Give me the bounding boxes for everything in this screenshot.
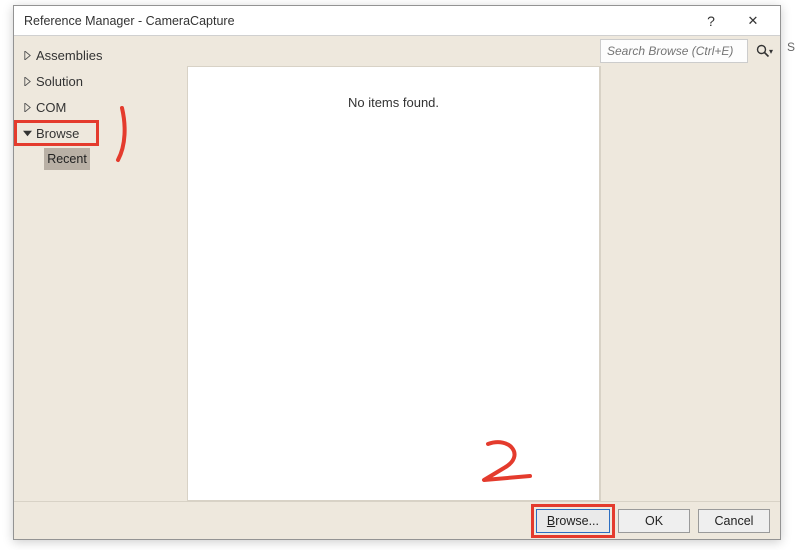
sidebar-item-label: Browse	[36, 126, 79, 141]
details-pane	[600, 66, 780, 501]
chevron-down-icon	[22, 128, 32, 138]
dialog-footer: Browse... OK Cancel	[14, 501, 780, 539]
sidebar-item-label: Solution	[36, 74, 83, 89]
results-list: No items found.	[187, 66, 600, 501]
dropdown-caret-icon: ▾	[769, 47, 773, 56]
chevron-right-icon	[22, 76, 32, 86]
reference-manager-window: Reference Manager - CameraCapture ? ✕ As…	[13, 5, 781, 540]
sidebar-item-browse[interactable]: Browse	[14, 120, 99, 146]
sidebar-item-com[interactable]: COM	[14, 94, 187, 120]
sidebar-subitem-label: Recent	[47, 152, 87, 166]
window-title: Reference Manager - CameraCapture	[24, 14, 690, 28]
sidebar-item-label: Assemblies	[36, 48, 102, 63]
search-input[interactable]	[600, 39, 748, 63]
sidebar-item-label: COM	[36, 100, 66, 115]
sidebar-item-solution[interactable]: Solution	[14, 68, 187, 94]
ok-button[interactable]: OK	[618, 509, 690, 533]
browse-accelerator: B	[547, 514, 555, 528]
close-button[interactable]: ✕	[732, 7, 774, 35]
background-glyph: S	[787, 40, 795, 54]
empty-results-text: No items found.	[348, 95, 439, 500]
chevron-right-icon	[22, 102, 32, 112]
cancel-button[interactable]: Cancel	[698, 509, 770, 533]
chevron-right-icon	[22, 50, 32, 60]
browse-button[interactable]: Browse...	[536, 509, 610, 533]
help-button[interactable]: ?	[690, 7, 732, 35]
browse-label-rest: rowse...	[555, 514, 599, 528]
sidebar-subitem-recent[interactable]: Recent	[44, 148, 90, 170]
search-options-button[interactable]: ▾	[752, 39, 776, 63]
sidebar: Assemblies Solution COM	[14, 36, 187, 501]
toolbar: ▾	[187, 36, 780, 66]
titlebar: Reference Manager - CameraCapture ? ✕	[14, 6, 780, 36]
sidebar-item-assemblies[interactable]: Assemblies	[14, 42, 187, 68]
